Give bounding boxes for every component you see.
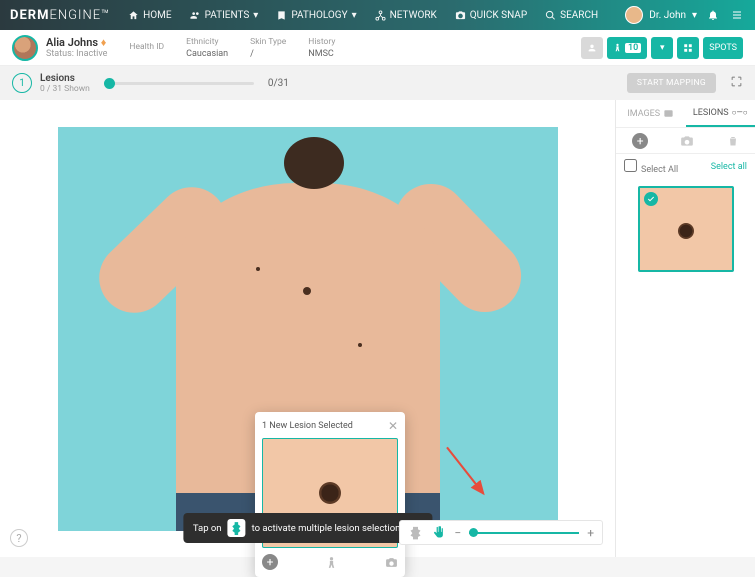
chevron-down-icon: ▾ [352,10,357,21]
nav-network[interactable]: NETWORK [375,10,437,21]
field-healthid: Health ID [129,42,164,54]
close-icon[interactable]: ✕ [388,419,398,433]
lesions-bar: 1 Lesions 0 / 31 Shown 0/31 START MAPPIN… [0,66,755,100]
lesion-popup: 1 New Lesion Selected ✕ + [255,412,405,577]
spots-button[interactable]: SPOTS [703,37,743,59]
camera-icon[interactable] [680,134,694,148]
zoom-control: − + [399,520,603,545]
brand-logo: DERMENGINE™ [10,8,110,23]
hint-toast: Tap on to activate multiple lesion selec… [183,513,432,543]
annotation-arrow [440,439,510,513]
avatar [625,6,643,24]
tab-lesions[interactable]: LESIONS ○—○ [686,100,755,127]
nav-search[interactable]: SEARCH [545,10,598,21]
lesion-marker[interactable] [358,343,362,347]
patient-name: Alia Johns ♦ [46,36,107,49]
patient-avatar[interactable] [12,35,38,61]
zoom-slider[interactable] [469,532,579,534]
add-lesion-button[interactable]: + [632,133,648,149]
bell-icon[interactable] [705,7,721,23]
grid-button[interactable] [677,37,699,59]
trash-icon[interactable] [727,135,739,147]
lesions-count-badge: 1 [12,73,32,93]
camera-icon[interactable] [385,556,398,569]
user-menu[interactable]: Dr. John▾ [625,6,697,24]
lesion-marker[interactable] [303,287,311,295]
patient-header: Alia Johns ♦ Status: Inactive Health ID … [0,30,755,66]
popup-title: 1 New Lesion Selected [262,421,353,431]
lesion-thumbnail[interactable] [638,186,734,272]
image-viewer[interactable]: 1 New Lesion Selected ✕ + Tap on to activ… [0,100,615,557]
multiselect-icon[interactable] [408,525,423,540]
multiselect-chip-icon [228,519,246,537]
help-button[interactable]: ? [10,529,28,547]
body-count-button[interactable]: 10 [607,37,647,59]
field-ethnicity: EthnicityCaucasian [186,37,228,59]
expand-icon[interactable] [730,75,743,91]
nav-patients[interactable]: PATIENTS▾ [190,10,259,21]
field-history: HistoryNMSC [308,37,335,59]
chevron-down-icon: ▾ [692,10,697,21]
person-button[interactable] [581,37,603,59]
hand-icon[interactable] [431,525,446,540]
top-nav: DERMENGINE™ HOME PATIENTS▾ PATHOLOGY▾ NE… [0,0,755,30]
body-icon[interactable] [325,556,338,569]
check-icon [644,192,658,206]
nav-pathology[interactable]: PATHOLOGY▾ [276,10,356,21]
nav-quicksnap[interactable]: QUICK SNAP [455,10,527,21]
zoom-in-button[interactable]: + [587,526,594,540]
zoom-out-button[interactable]: − [454,526,461,540]
nav-home[interactable]: HOME [128,10,171,21]
lesions-subtitle: 0 / 31 Shown [40,84,90,94]
dropdown-button[interactable]: ▾ [651,37,673,59]
select-all-checkbox[interactable]: Select All [624,159,678,175]
field-skintype: Skin Type/ [250,37,286,59]
right-sidebar: IMAGES LESIONS ○—○ + Select All Select a… [615,100,755,557]
lesions-counter: 0/31 [268,78,289,89]
lesion-marker[interactable] [256,267,260,271]
tab-images[interactable]: IMAGES [616,100,686,127]
select-all-link[interactable]: Select all [711,162,747,172]
chevron-down-icon: ▾ [253,10,258,21]
add-icon[interactable]: + [262,554,278,570]
lesions-slider[interactable] [104,82,254,85]
settings-icon[interactable] [729,7,745,23]
start-mapping-button[interactable]: START MAPPING [627,73,716,93]
lesions-title: Lesions [40,73,90,84]
